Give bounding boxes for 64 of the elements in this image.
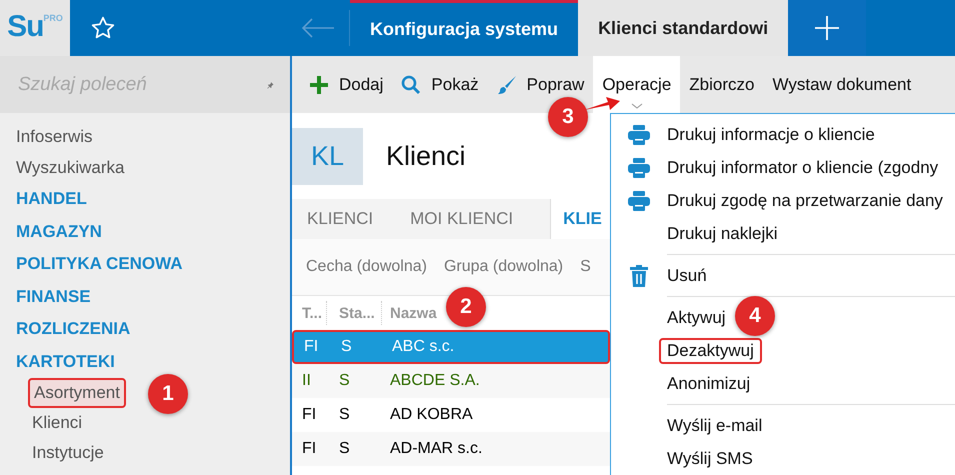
brush-icon xyxy=(496,74,517,94)
table-cell-text: AD-MAR s.c. xyxy=(389,440,484,458)
star-icon[interactable] xyxy=(90,15,116,41)
toolbar-button[interactable]: Wystaw dokument xyxy=(763,56,920,113)
view-tab[interactable]: KLIENCI xyxy=(307,199,392,239)
sidebar-item[interactable]: Asortyment xyxy=(28,378,126,408)
menu-item[interactable]: Drukuj zgodę na przetwarzanie dany xyxy=(663,190,947,212)
toolbar-button[interactable]: Zbiorczo xyxy=(680,56,764,113)
plus-icon xyxy=(814,15,840,41)
table-cell-text: S xyxy=(340,338,353,356)
printer-icon xyxy=(628,158,650,178)
sidebar-section[interactable]: MAGAZYN xyxy=(16,216,102,248)
menu-item[interactable]: Usuń xyxy=(663,264,711,286)
table-cell-text: FI xyxy=(301,440,318,458)
sidebar-item[interactable]: Instytucje xyxy=(30,438,106,468)
plus-icon xyxy=(309,74,329,94)
filter-link[interactable]: Cecha (dowolna) xyxy=(306,258,427,276)
table-row[interactable]: II S ABCDE S.A. xyxy=(292,364,610,398)
table-cell-text: FI xyxy=(301,406,318,424)
table-cell-text: S xyxy=(338,440,351,458)
menu-item[interactable]: Aktywuj xyxy=(663,306,730,328)
sidebar-section[interactable]: KARTOTEKI xyxy=(16,346,115,378)
toolbar-button[interactable]: Dodaj xyxy=(300,56,392,113)
step-badge: 2 xyxy=(446,287,486,327)
table-cell-text: ABCDE S.A. xyxy=(389,372,481,390)
table-cell-text: FI xyxy=(303,338,320,356)
table-cell-text: AD KOBRA xyxy=(389,406,474,424)
sidebar-section[interactable]: HANDEL xyxy=(16,183,87,216)
menu-item[interactable]: Anonimizuj xyxy=(663,372,754,394)
table-cell-text: S xyxy=(338,372,351,390)
step-badge: 3 xyxy=(548,97,588,137)
table-cell-text: II xyxy=(301,372,312,390)
trash-icon xyxy=(630,264,648,286)
table-cell-text: ABC s.c. xyxy=(391,338,456,356)
printer-icon xyxy=(628,190,650,210)
sidebar-section[interactable]: FINANSE xyxy=(16,280,91,313)
sidebar-item[interactable]: Infoserwis xyxy=(16,121,93,152)
sidebar-section[interactable]: POLITYKA CENOWA xyxy=(16,248,183,280)
menu-item[interactable]: Drukuj informacje o kliencie xyxy=(663,124,879,146)
menu-item[interactable]: Wyślij e-mail xyxy=(663,414,766,436)
view-tab[interactable]: MOI KLIENCI xyxy=(410,199,532,239)
sidebar-item[interactable]: Wyszukiwarka xyxy=(16,152,124,183)
table-cell-text: S xyxy=(338,406,351,424)
menu-item[interactable]: Drukuj informator o kliencie (zgodny xyxy=(663,156,942,178)
search-field[interactable]: Szukaj poleceń xyxy=(0,56,290,113)
sidebar-section[interactable]: ROZLICZENIA xyxy=(16,313,130,346)
view-title: Klienci xyxy=(386,141,466,172)
printer-icon xyxy=(628,124,650,144)
search-input[interactable]: Szukaj poleceń xyxy=(16,72,267,96)
filter-link[interactable]: S xyxy=(580,258,591,276)
menu-item[interactable]: Drukuj naklejki xyxy=(663,222,782,244)
new-tab-button[interactable] xyxy=(788,0,866,56)
toolbar-button[interactable]: Operacje xyxy=(593,56,680,113)
sidebar-item[interactable]: Klienci xyxy=(30,408,84,438)
menu-item[interactable]: Dezaktywuj xyxy=(659,338,762,364)
search-icon xyxy=(401,74,422,94)
table-row[interactable]: FI S AD KOBRA xyxy=(292,398,610,432)
chevron-down-icon xyxy=(630,103,643,109)
menu-item[interactable]: Wyślij SMS xyxy=(663,448,757,470)
window-tab[interactable]: Klienci standardowi xyxy=(578,0,788,56)
toolbar-button[interactable]: Pokaż xyxy=(392,56,488,113)
filter-link[interactable]: Grupa (dowolna) xyxy=(444,258,564,276)
view-badge: KL xyxy=(292,128,363,185)
table-row[interactable]: FI S AD-MAR s.c. xyxy=(292,432,610,466)
